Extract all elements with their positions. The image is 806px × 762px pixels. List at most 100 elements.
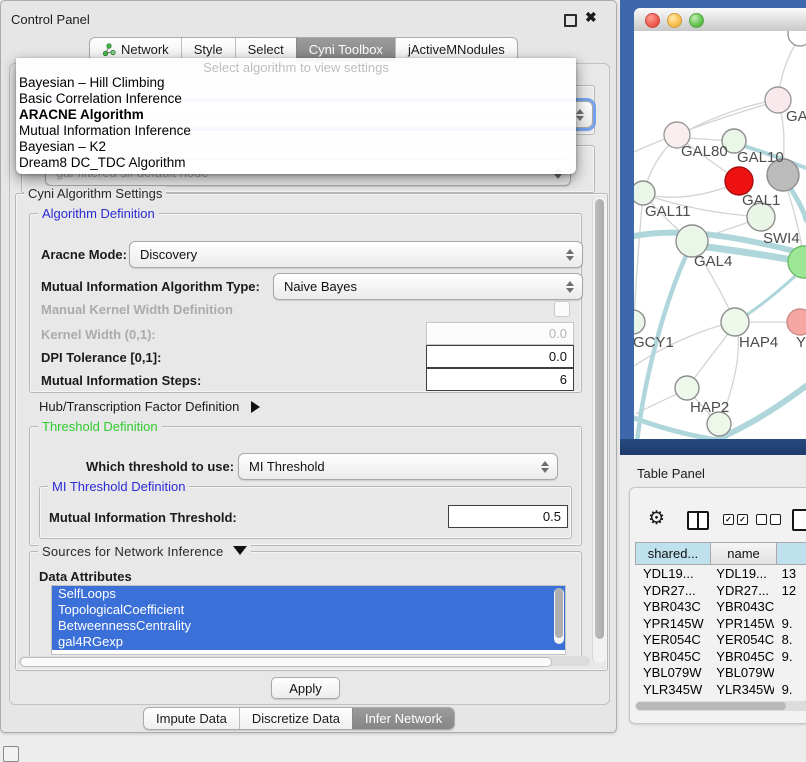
dropdown-item[interactable]: Dream8 DC_TDC Algorithm bbox=[19, 155, 186, 170]
node-label: GAL10 bbox=[737, 149, 784, 166]
cell: YBL079W bbox=[635, 665, 708, 682]
cell bbox=[774, 599, 806, 616]
column-header-cut[interactable] bbox=[777, 542, 806, 565]
tab-infer-network[interactable]: Infer Network bbox=[352, 708, 454, 729]
algorithm-definition-title: Algorithm Definition bbox=[38, 206, 159, 221]
close-traffic-light-icon[interactable] bbox=[645, 13, 660, 28]
table-row[interactable]: YBR045CYBR045C9. bbox=[635, 649, 806, 666]
mi-algorithm-type-value: Naive Bayes bbox=[284, 279, 357, 294]
table-row[interactable]: YDR27...YDR27...12 bbox=[635, 583, 806, 600]
tab-discretize-data-label: Discretize Data bbox=[252, 711, 340, 726]
table-hscrollbar[interactable] bbox=[635, 701, 806, 711]
hub-definition-toggle[interactable]: Hub/Transcription Factor Definition bbox=[39, 399, 260, 414]
zoom-traffic-light-icon[interactable] bbox=[689, 13, 704, 28]
dropdown-item[interactable]: Bayesian – Hill Climbing bbox=[19, 75, 165, 90]
manual-kernel-width-label: Manual Kernel Width Definition bbox=[41, 302, 233, 317]
attribute-item[interactable]: SelfLoops bbox=[52, 586, 565, 602]
kernel-width-field[interactable]: 0.0 bbox=[426, 322, 574, 345]
expanded-arrow-icon[interactable] bbox=[233, 546, 247, 555]
aracne-mode-label: Aracne Mode: bbox=[41, 247, 127, 262]
dpi-tolerance-field[interactable]: 0.0 bbox=[426, 345, 574, 368]
column-header-name[interactable]: name bbox=[711, 542, 777, 565]
cyni-bottom-tabbar: Impute Data Discretize Data Infer Networ… bbox=[143, 707, 455, 730]
settings-vscrollbar-thumb[interactable] bbox=[595, 199, 604, 639]
table-row[interactable]: YBR043CYBR043C bbox=[635, 599, 806, 616]
dropdown-item[interactable]: Basic Correlation Inference bbox=[19, 91, 182, 106]
manual-kernel-width-checkbox[interactable] bbox=[554, 301, 570, 317]
list-vscrollbar[interactable] bbox=[554, 588, 564, 644]
network-window-titlebar[interactable] bbox=[634, 8, 806, 32]
table-row[interactable]: YLR345WYLR345W9. bbox=[635, 682, 806, 699]
network-canvas[interactable]: GAL GAL80 GAL10 GAL1 GAL11 SWI4 GAL4 GCY… bbox=[634, 31, 806, 439]
table-row[interactable]: YPR145WYPR145W9. bbox=[635, 616, 806, 633]
combo-stepper-icon bbox=[541, 461, 549, 473]
node-label: GAL80 bbox=[681, 143, 728, 160]
list-vscrollbar-thumb[interactable] bbox=[555, 588, 563, 638]
add-column-icon[interactable] bbox=[687, 511, 709, 530]
cell: YER054C bbox=[708, 632, 773, 649]
cell: YDR27... bbox=[708, 583, 773, 600]
apply-button[interactable]: Apply bbox=[271, 677, 340, 699]
float-panel-icon[interactable] bbox=[3, 746, 19, 762]
table-body: YDL19...YDL19...13 YDR27...YDR27...12 YB… bbox=[635, 566, 806, 715]
mi-algorithm-type-combo[interactable]: Naive Bayes bbox=[273, 273, 583, 300]
network-node[interactable] bbox=[788, 31, 806, 46]
table-settings-gear-icon[interactable]: ⚙ bbox=[648, 509, 665, 528]
which-threshold-combo[interactable]: MI Threshold bbox=[238, 453, 558, 480]
cell: YPR145W bbox=[635, 616, 708, 633]
table-row[interactable]: YDL19...YDL19...13 bbox=[635, 566, 806, 583]
tab-infer-network-label: Infer Network bbox=[365, 711, 442, 726]
cell: YDL19... bbox=[708, 566, 773, 583]
dropdown-item[interactable]: Mutual Information Inference bbox=[19, 123, 191, 138]
network-node[interactable] bbox=[721, 308, 749, 336]
export-table-icon[interactable] bbox=[792, 509, 806, 531]
table-hscrollbar-thumb[interactable] bbox=[636, 702, 786, 710]
table-row[interactable]: YER054CYER054C8. bbox=[635, 632, 806, 649]
cell: YBR043C bbox=[708, 599, 773, 616]
tab-discretize-data[interactable]: Discretize Data bbox=[239, 708, 352, 729]
node-label: Y bbox=[796, 334, 806, 351]
settings-hscrollbar-thumb[interactable] bbox=[20, 657, 552, 667]
mi-threshold-field[interactable]: 0.5 bbox=[448, 505, 568, 528]
cell: YBL079W bbox=[708, 665, 773, 682]
deselect-all-icon[interactable] bbox=[756, 514, 781, 525]
attribute-item[interactable]: BetweennessCentrality bbox=[52, 618, 565, 634]
network-node[interactable] bbox=[675, 376, 699, 400]
checked-box-icon: ✓ bbox=[737, 514, 748, 525]
minimize-traffic-light-icon[interactable] bbox=[667, 13, 682, 28]
mi-algorithm-type-label: Mutual Information Algorithm Type: bbox=[41, 279, 260, 294]
node-label: GAL bbox=[786, 108, 806, 125]
unchecked-box-icon bbox=[756, 514, 767, 525]
kernel-width-label: Kernel Width (0,1): bbox=[41, 327, 156, 342]
dropdown-item[interactable]: Bayesian – K2 bbox=[19, 139, 106, 154]
tab-select-label: Select bbox=[248, 42, 284, 57]
settings-hscrollbar[interactable] bbox=[18, 656, 590, 666]
attribute-item[interactable]: TopologicalCoefficient bbox=[52, 602, 565, 618]
aracne-mode-combo[interactable]: Discovery bbox=[129, 241, 583, 268]
close-icon[interactable]: ✖ bbox=[585, 9, 597, 26]
network-icon bbox=[102, 43, 116, 57]
node-label: GAL4 bbox=[694, 253, 732, 270]
node-label: GAL11 bbox=[645, 203, 691, 220]
node-label: GCY1 bbox=[634, 334, 674, 351]
network-node[interactable] bbox=[634, 181, 655, 205]
attribute-item[interactable]: gal4RGexp bbox=[52, 634, 565, 650]
data-attributes-list[interactable]: SelfLoops TopologicalCoefficient Between… bbox=[51, 585, 566, 655]
tab-impute-data[interactable]: Impute Data bbox=[144, 708, 239, 729]
mi-steps-field[interactable]: 6 bbox=[426, 368, 574, 391]
network-node-selected[interactable] bbox=[725, 167, 753, 195]
table-row[interactable]: YBL079WYBL079W bbox=[635, 665, 806, 682]
float-window-icon[interactable] bbox=[564, 14, 577, 27]
which-threshold-label: Which threshold to use: bbox=[86, 459, 234, 474]
network-node[interactable] bbox=[787, 309, 806, 335]
node-label: SWI4 bbox=[763, 230, 800, 247]
select-all-icon[interactable]: ✓ ✓ bbox=[723, 514, 748, 525]
cell: 9. bbox=[774, 649, 806, 666]
column-header-label: name bbox=[727, 546, 760, 561]
sources-title-text: Sources for Network Inference bbox=[42, 544, 223, 559]
mi-steps-label: Mutual Information Steps: bbox=[41, 373, 201, 388]
dropdown-item-selected[interactable]: ARACNE Algorithm bbox=[19, 107, 144, 122]
column-header-sharedname[interactable]: shared... bbox=[635, 542, 711, 565]
network-node[interactable] bbox=[634, 310, 645, 334]
settings-vscrollbar[interactable] bbox=[592, 197, 606, 663]
